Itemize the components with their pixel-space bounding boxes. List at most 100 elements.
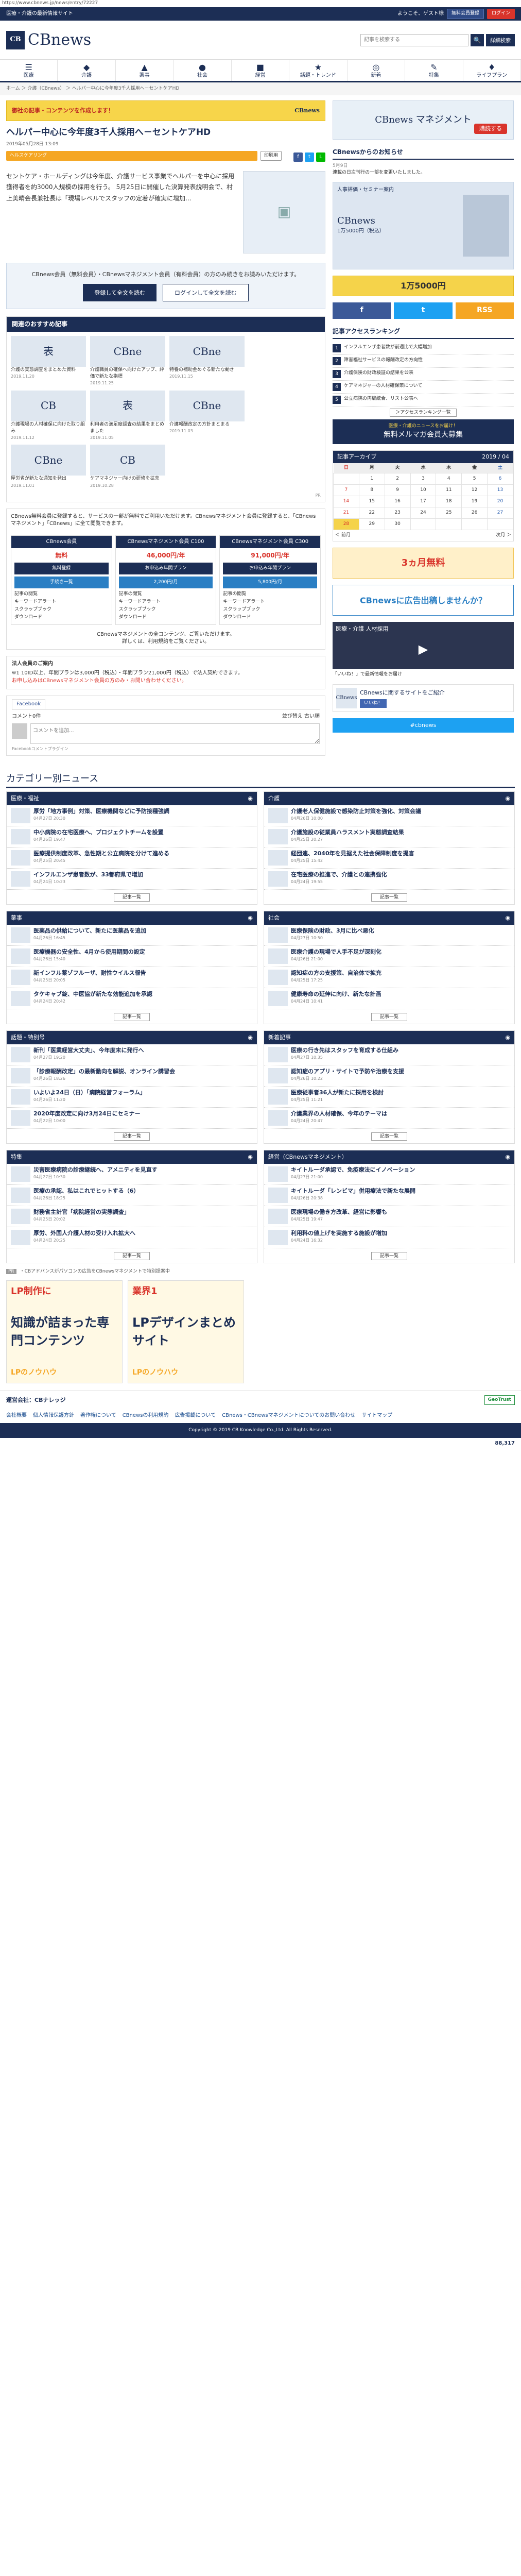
calendar-day[interactable]: 12 (461, 484, 488, 497)
calendar-day[interactable]: 29 (358, 518, 385, 531)
calendar-day[interactable]: 1 (358, 472, 385, 485)
plan-button[interactable]: お申込み年間プラン (223, 562, 318, 574)
category-item[interactable]: 介護施設の従業員ハラスメント実態調査結果 04月25日 20:27 (264, 826, 514, 848)
calendar-day[interactable]: 15 (358, 496, 385, 508)
nav-item-3[interactable]: ● 社会 (173, 60, 232, 81)
category-item[interactable]: 医薬品の供給について、新たに医薬品を追加 04月26日 16:45 (7, 925, 257, 946)
category-more-link[interactable]: 記事一覧 (371, 1132, 407, 1141)
calendar-day[interactable]: 6 (487, 472, 513, 485)
nav-item-6[interactable]: ◎ 新着 (348, 60, 406, 81)
footer-link[interactable]: 著作権について (80, 1412, 116, 1420)
category-item[interactable]: 認知症の方の支援策、自治体で拡充 04月25日 17:25 (264, 967, 514, 988)
nav-item-8[interactable]: ♦ ライフプラン (463, 60, 521, 81)
promo-banner[interactable]: 御社の記事・コンテンツを作成します！ CBnews (6, 100, 325, 122)
category-more-link[interactable]: 記事一覧 (371, 893, 407, 902)
category-item[interactable]: 医療提供制度改革、急性期と公立病院を分けて進める 04月25日 20:45 (7, 848, 257, 869)
category-item[interactable]: 医療の承認、私はこれでヒットする（6） 04月26日 18:25 (7, 1185, 257, 1206)
seminar-ad[interactable]: 人事評価・セミナー案内 CBnews 1万5000円（税込） (333, 181, 514, 269)
rank-item[interactable]: 4 ケアマネジャーの人材確保策について (333, 381, 514, 394)
calendar-day[interactable]: 26 (461, 507, 488, 519)
rank-item[interactable]: 1 インフルエンザ患者数が前週比で大幅増加 (333, 342, 514, 355)
category-item[interactable]: 2020年度改定に向け3月24日にセミナー 04月22日 10:00 (7, 1108, 257, 1129)
category-item[interactable]: インフルエンザ患者数が、33都府県で増加 04月24日 10:23 (7, 869, 257, 890)
rss-icon[interactable]: ◉ (248, 794, 253, 803)
rss-icon[interactable]: ◉ (505, 1033, 510, 1042)
rss-icon[interactable]: ◉ (248, 1033, 253, 1042)
facebook-like-button[interactable]: いいね！ (360, 699, 387, 708)
category-item[interactable]: 医療従事者36人が新たに採用を検討 04月25日 11:21 (264, 1087, 514, 1108)
notice-text[interactable]: 連載の日次刊行の一部を変更いたしました。 (333, 170, 514, 176)
rss-icon[interactable]: ◉ (505, 914, 510, 922)
calendar-day[interactable]: 16 (384, 496, 411, 508)
calendar-day[interactable]: 24 (410, 507, 437, 519)
article-category-tag[interactable]: ヘルスケアリング (6, 150, 257, 161)
member-register-button[interactable]: 無料会員登録 (446, 9, 484, 19)
category-more-link[interactable]: 記事一覧 (371, 1013, 407, 1021)
pr-text[interactable]: ・CBアドバンスがパソコンの広告をCBnewsマネジメントで特別提案中 (20, 1269, 170, 1274)
rss-icon[interactable]: ◉ (248, 1153, 253, 1161)
plan-button-2[interactable]: 手続き一覧 (14, 576, 109, 588)
nav-item-2[interactable]: ▲ 薬事 (116, 60, 174, 81)
category-item[interactable]: 経団連、2040年を見据えた社会保障制度を提言 04月25日 15:42 (264, 848, 514, 869)
calendar-day[interactable]: 4 (436, 472, 462, 485)
twitter-hashtag-button[interactable]: #cbnews (333, 718, 514, 733)
advanced-search-button[interactable]: 詳細検索 (486, 33, 515, 46)
category-item[interactable]: いよいよ24日（日）「病院経営フォーラム」 04月26日 11:20 (7, 1087, 257, 1108)
category-item[interactable]: 医療現場の働き方改革、経営に影響も 04月25日 19:47 (264, 1206, 514, 1227)
calendar-day[interactable]: 20 (487, 496, 513, 508)
category-item[interactable]: 災害医療病院の診療継続へ、アメニティを見直す 04月27日 10:30 (7, 1164, 257, 1185)
footer-link[interactable]: サイトマップ (361, 1412, 392, 1420)
plan-button[interactable]: お申込み年間プラン (118, 562, 213, 574)
calendar-day[interactable]: 22 (358, 507, 385, 519)
footer-link[interactable]: CBnewsの利用規約 (123, 1412, 169, 1420)
calendar-day[interactable]: 30 (384, 518, 411, 531)
category-item[interactable]: 財務省主計官「病院経営の実態調査」 04月25日 20:02 (7, 1206, 257, 1227)
related-item[interactable]: CBne 特養の補助金めぐる新たな動き 2019.11.15 (169, 336, 245, 386)
calendar-next[interactable]: 次月 ＞ (496, 532, 511, 539)
calendar-day[interactable]: 19 (461, 496, 488, 508)
calendar-day[interactable]: 10 (410, 484, 437, 497)
calendar-day[interactable]: 23 (384, 507, 411, 519)
category-item[interactable]: 在宅医療の推進で、介護との連携強化 04月24日 19:55 (264, 869, 514, 890)
management-ad[interactable]: CBnews マネジメント 購読する (333, 100, 514, 140)
calendar-day[interactable]: 17 (410, 496, 437, 508)
category-item[interactable]: 中小病院の在宅医療へ、プロジェクトチームを設置 04月26日 19:47 (7, 826, 257, 848)
site-logo[interactable]: CB CBnews (6, 29, 91, 52)
calendar-day[interactable]: 5 (461, 472, 488, 485)
calendar-day[interactable]: 13 (487, 484, 513, 497)
calendar-day[interactable]: 18 (436, 496, 462, 508)
category-item[interactable]: 介護老人保健施設で感染防止対策を強化、対策会議 04月26日 10:00 (264, 805, 514, 827)
category-more-link[interactable]: 記事一覧 (371, 1251, 407, 1260)
category-item[interactable]: タケキャブ錠、中医協が新たな効能追加を承認 04月24日 20:42 (7, 988, 257, 1009)
related-item[interactable]: CBne 介護職員の確保へ向けたアップ、評価で新たな指標 2019.11.25 (90, 336, 165, 386)
related-item[interactable]: 表介護の実態調査をまとめた資料 2019.11.20 (11, 336, 86, 386)
rank-item[interactable]: 5 公立病院の再編統合、リスト公表へ (333, 394, 514, 406)
calendar-day[interactable]: 3 (410, 472, 437, 485)
plan-button[interactable]: 無料登録 (14, 562, 109, 574)
category-item[interactable]: キイトルーダ「レンビマ」併用療法で新たな展開 04月26日 20:38 (264, 1185, 514, 1206)
calendar-day[interactable]: 21 (333, 507, 359, 519)
category-item[interactable]: 新インフル薬ゾフルーザ、耐性ウイルス報告 04月25日 20:05 (7, 967, 257, 988)
nav-item-4[interactable]: ■ 経営 (232, 60, 290, 81)
category-item[interactable]: キイトルーダ承認で、免疫療法にイノベーション 04月27日 21:00 (264, 1164, 514, 1185)
rss-icon[interactable]: ◉ (505, 1153, 510, 1161)
category-more-link[interactable]: 記事一覧 (113, 893, 150, 902)
rank-item[interactable]: 3 介護保険の財政検証の結果を公表 (333, 368, 514, 381)
calendar-day[interactable]: 28 (333, 518, 359, 531)
facebook-tab[interactable]: Facebook (12, 699, 45, 709)
price-ad[interactable]: 1万5000円 (333, 275, 514, 296)
comment-input[interactable] (30, 723, 320, 744)
calendar-day[interactable]: 8 (358, 484, 385, 497)
related-item[interactable]: 表利用者の満足度調査の結果をまとめました 2019.11.05 (90, 390, 165, 441)
category-item[interactable]: 新刊「医業経営大丈夫」、今年度末に発行へ 04月27日 19:20 (7, 1044, 257, 1065)
plans-note-terms[interactable]: 詳しくは、利用規約をご覧ください。 (10, 638, 322, 646)
social-2-icon[interactable]: RSS (455, 302, 514, 319)
calendar-day[interactable]: 9 (384, 484, 411, 497)
search-button[interactable]: 🔍 (471, 33, 484, 46)
category-item[interactable]: 厚労「地方事例」対策、医療機関などに予防接種強調 04月27日 20:30 (7, 805, 257, 827)
nav-item-0[interactable]: ☰ 医療 (0, 60, 58, 81)
register-read-button[interactable]: 登録して全文を読む (83, 283, 157, 301)
category-item[interactable]: 医療機器の安全性、4月から使用期間の設定 04月26日 15:40 (7, 946, 257, 967)
free-trial-ad[interactable]: 3ヵ月無料 (333, 548, 514, 579)
nav-item-1[interactable]: ◆ 介護 (58, 60, 116, 81)
